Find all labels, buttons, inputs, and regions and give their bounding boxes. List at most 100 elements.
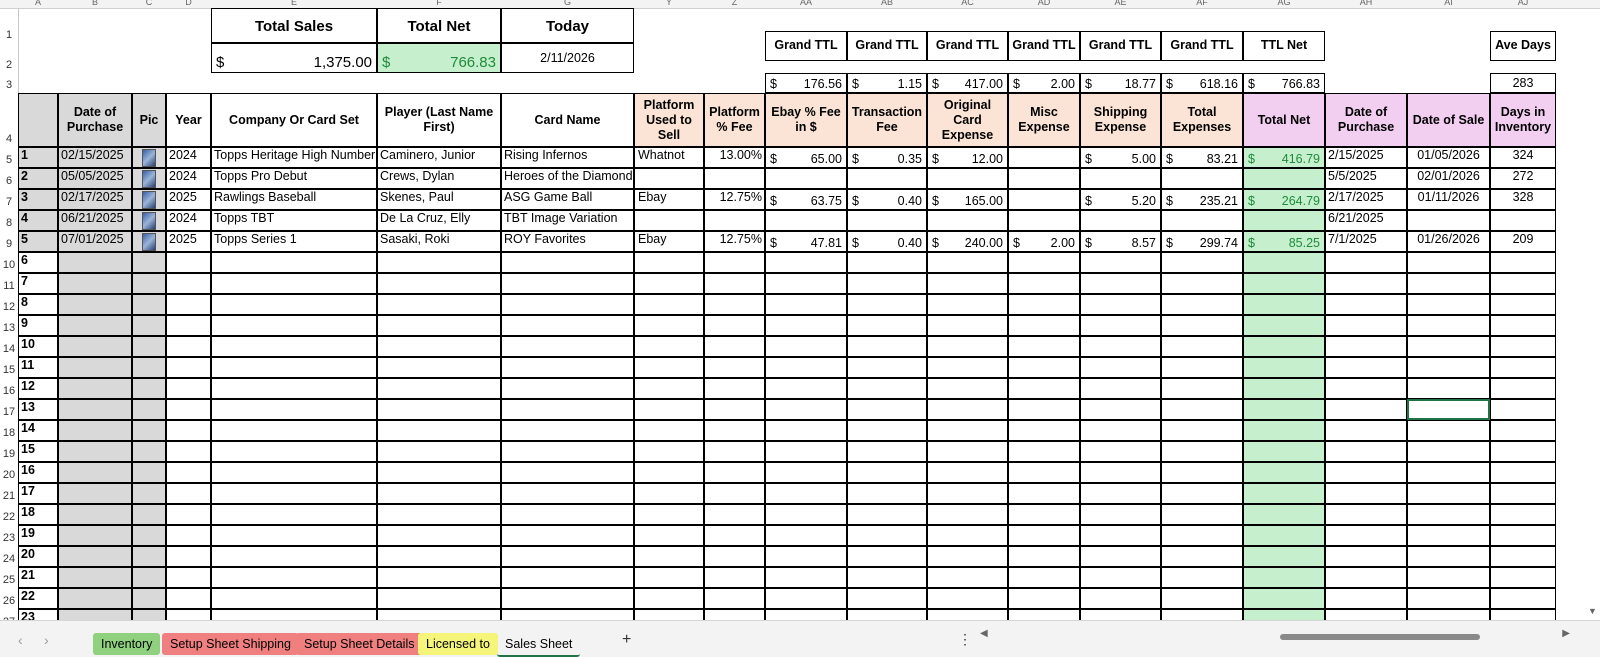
empty-cell[interactable] <box>927 525 1008 546</box>
empty-cell[interactable] <box>166 399 211 420</box>
empty-cell[interactable] <box>211 462 377 483</box>
empty-cell[interactable] <box>501 420 634 441</box>
empty-cell[interactable] <box>765 504 847 525</box>
empty-cell[interactable] <box>1161 588 1243 609</box>
empty-cell[interactable] <box>1008 273 1080 294</box>
empty-cell[interactable] <box>501 252 634 273</box>
empty-cell[interactable] <box>211 504 377 525</box>
total-net[interactable] <box>1243 420 1325 441</box>
empty-cell[interactable] <box>1080 462 1161 483</box>
more-options-icon[interactable]: ⋮ <box>958 631 972 648</box>
year[interactable]: 2024 <box>166 168 211 189</box>
empty-cell[interactable] <box>211 378 377 399</box>
empty-cell[interactable] <box>501 399 634 420</box>
player[interactable]: Caminero, Junior <box>377 147 501 168</box>
empty-cell[interactable] <box>765 462 847 483</box>
empty-cell[interactable] <box>377 420 501 441</box>
empty-cell[interactable] <box>211 294 377 315</box>
date-of-purchase-2[interactable]: 5/5/2025 <box>1325 168 1407 189</box>
empty-cell[interactable] <box>166 504 211 525</box>
empty-cell[interactable] <box>1325 378 1407 399</box>
empty-cell[interactable] <box>927 252 1008 273</box>
transaction-fee[interactable]: $0.40 <box>847 189 927 210</box>
empty-cell[interactable] <box>847 252 927 273</box>
empty-cell[interactable] <box>927 441 1008 462</box>
empty-cell[interactable] <box>704 525 765 546</box>
total-net[interactable] <box>1243 273 1325 294</box>
player[interactable]: De La Cruz, Elly <box>377 210 501 231</box>
row-index[interactable]: 9 <box>18 315 58 336</box>
empty-cell[interactable] <box>765 546 847 567</box>
empty-cell[interactable] <box>501 483 634 504</box>
empty-cell[interactable] <box>765 336 847 357</box>
empty-cell[interactable] <box>1490 357 1556 378</box>
platform[interactable]: Ebay <box>634 231 704 252</box>
card-thumbnail-icon[interactable] <box>142 169 156 188</box>
card-pic[interactable] <box>132 294 166 315</box>
empty-cell[interactable] <box>704 420 765 441</box>
empty-cell[interactable] <box>1008 462 1080 483</box>
empty-cell[interactable] <box>634 483 704 504</box>
row-number[interactable]: 4 <box>0 133 18 145</box>
empty-cell[interactable] <box>765 525 847 546</box>
empty-cell[interactable] <box>166 252 211 273</box>
empty-cell[interactable] <box>1490 399 1556 420</box>
empty-cell[interactable] <box>377 336 501 357</box>
empty-cell[interactable] <box>1080 336 1161 357</box>
empty-cell[interactable] <box>704 588 765 609</box>
empty-cell[interactable] <box>704 462 765 483</box>
empty-cell[interactable] <box>377 399 501 420</box>
transaction-fee[interactable]: $0.40 <box>847 231 927 252</box>
empty-cell[interactable] <box>1407 483 1490 504</box>
empty-cell[interactable] <box>927 294 1008 315</box>
empty-cell[interactable] <box>377 462 501 483</box>
company[interactable]: Topps Heritage High Number <box>211 147 377 168</box>
empty-cell[interactable] <box>847 504 927 525</box>
row-index[interactable]: 18 <box>18 504 58 525</box>
platform-fee[interactable] <box>704 168 765 189</box>
company[interactable]: Rawlings Baseball <box>211 189 377 210</box>
add-sheet-button[interactable]: + <box>622 631 631 649</box>
empty-cell[interactable] <box>377 567 501 588</box>
empty-cell[interactable] <box>1325 567 1407 588</box>
row-index[interactable]: 10 <box>18 336 58 357</box>
date-of-purchase[interactable]: 02/15/2025 <box>58 147 132 168</box>
empty-cell[interactable] <box>1490 273 1556 294</box>
row-index[interactable]: 20 <box>18 546 58 567</box>
empty-cell[interactable] <box>377 525 501 546</box>
empty-cell[interactable] <box>1080 357 1161 378</box>
date-of-purchase[interactable]: 05/05/2025 <box>58 168 132 189</box>
empty-cell[interactable] <box>927 315 1008 336</box>
empty-cell[interactable] <box>1325 546 1407 567</box>
card-pic[interactable] <box>132 273 166 294</box>
empty-cell[interactable] <box>1080 567 1161 588</box>
total-net[interactable] <box>1243 462 1325 483</box>
sheet-tab[interactable]: Setup Sheet Details <box>296 633 423 655</box>
days-in-inventory[interactable] <box>1490 210 1556 231</box>
empty-cell[interactable] <box>634 546 704 567</box>
column-letter[interactable]: A <box>35 0 41 7</box>
empty-cell[interactable] <box>1008 378 1080 399</box>
misc-expense[interactable] <box>1008 189 1080 210</box>
card-pic[interactable] <box>132 504 166 525</box>
empty-cell[interactable] <box>377 588 501 609</box>
empty-cell[interactable] <box>1490 546 1556 567</box>
empty-cell[interactable] <box>501 462 634 483</box>
empty-cell[interactable] <box>1490 441 1556 462</box>
empty-cell[interactable] <box>1008 399 1080 420</box>
date-of-sale[interactable] <box>1407 210 1490 231</box>
empty-cell[interactable] <box>501 588 634 609</box>
total-net[interactable] <box>1243 294 1325 315</box>
platform-fee[interactable] <box>704 210 765 231</box>
empty-cell[interactable] <box>1161 546 1243 567</box>
row-number[interactable]: 6 <box>0 175 18 187</box>
empty-cell[interactable] <box>765 252 847 273</box>
card-thumbnail-icon[interactable] <box>142 211 156 230</box>
total-net[interactable] <box>1243 483 1325 504</box>
platform-fee[interactable]: 12.75% <box>704 189 765 210</box>
empty-cell[interactable] <box>1008 567 1080 588</box>
total-net[interactable] <box>1243 336 1325 357</box>
total-net[interactable]: $85.25 <box>1243 231 1325 252</box>
card-pic[interactable] <box>132 588 166 609</box>
shipping-expense[interactable]: $5.00 <box>1080 147 1161 168</box>
